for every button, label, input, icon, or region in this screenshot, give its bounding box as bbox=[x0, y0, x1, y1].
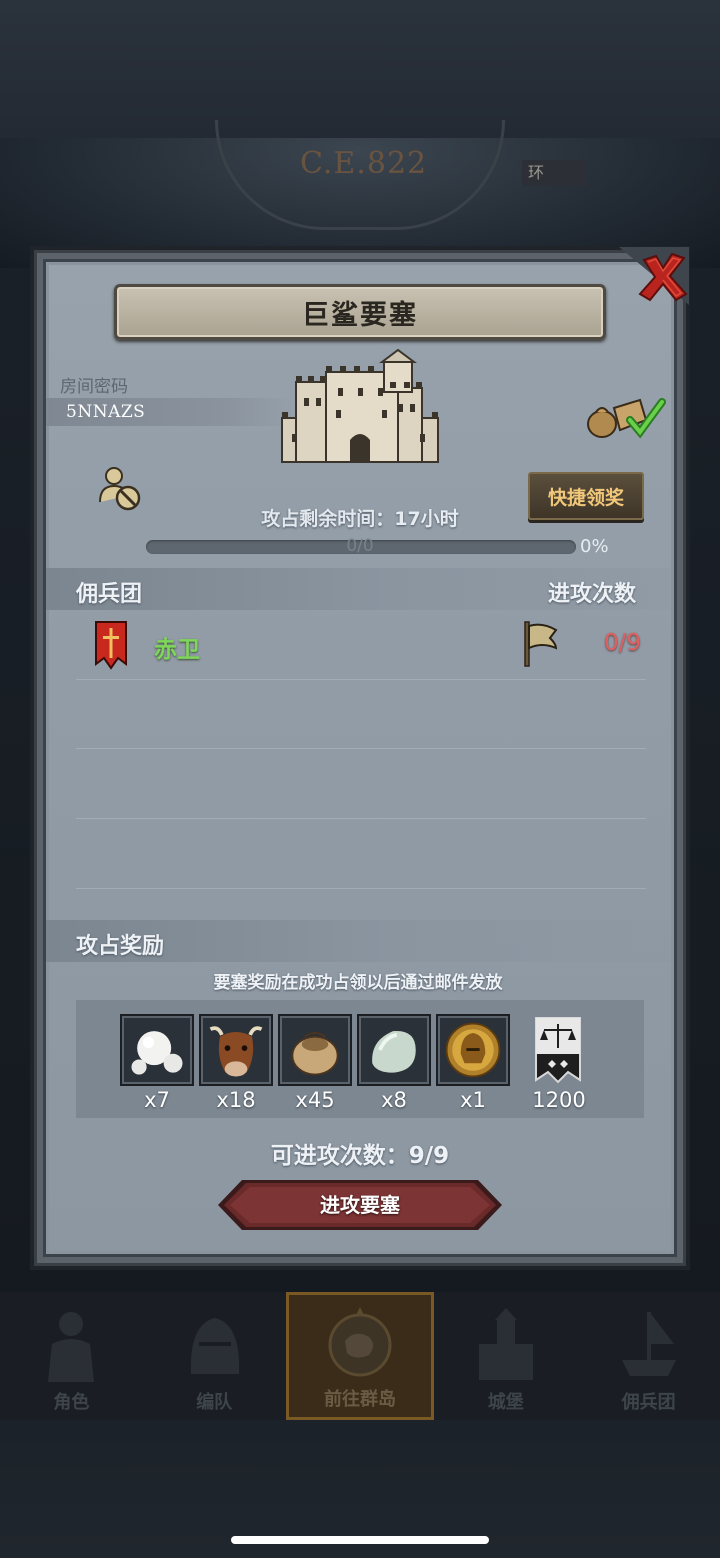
castle-icon bbox=[478, 1308, 533, 1380]
bottom-nav: 角色 编队 前往群岛 城堡 佣兵团 bbox=[0, 1292, 720, 1420]
close-button[interactable] bbox=[636, 250, 690, 304]
reward-slot-pearl[interactable] bbox=[120, 1014, 194, 1086]
time-remaining: 攻占剩余时间：17小时 bbox=[180, 504, 540, 531]
nav-item-formation[interactable]: 编队 bbox=[143, 1292, 286, 1420]
room-code[interactable]: 5NNAZS bbox=[66, 402, 145, 422]
pearl-icon bbox=[131, 1031, 183, 1075]
reward-qty: x7 bbox=[144, 1088, 170, 1112]
modal-title-plate: 巨鲨要塞 bbox=[114, 284, 606, 340]
reward-note: 要塞奖励在成功占领以后通过邮件发放 bbox=[213, 973, 503, 993]
occupation-progress-percent: 0% bbox=[580, 536, 609, 557]
reward-qty: x45 bbox=[295, 1088, 335, 1112]
player-blocked-icon[interactable] bbox=[96, 464, 144, 512]
remaining-attacks: 可进攻次数：9/9 bbox=[180, 1136, 540, 1170]
grain-sack-icon bbox=[291, 1032, 339, 1076]
reward-slot-justice-banner[interactable] bbox=[522, 1014, 596, 1086]
reward-claimed-icon[interactable] bbox=[584, 390, 666, 440]
cow-icon bbox=[209, 1026, 263, 1077]
attack-fortress-button[interactable]: 进攻要塞 bbox=[216, 1178, 504, 1232]
occupation-progress-text: 0/0 bbox=[346, 536, 374, 556]
compass-map-icon bbox=[328, 1307, 392, 1377]
background-tag: 环 bbox=[522, 160, 586, 186]
modal-title: 巨鲨要塞 bbox=[302, 299, 418, 331]
close-icon bbox=[638, 252, 688, 302]
reward-slot-gold-helmet[interactable] bbox=[436, 1014, 510, 1086]
reward-slot-grain-sack[interactable] bbox=[278, 1014, 352, 1086]
stone-icon bbox=[372, 1030, 416, 1073]
empty-row-divider bbox=[76, 748, 646, 749]
fortress-icon bbox=[281, 348, 439, 463]
gold-helmet-icon bbox=[445, 1022, 501, 1078]
ship-icon bbox=[621, 1312, 676, 1376]
attack-count-header: 进攻次数 bbox=[548, 582, 637, 607]
time-remaining-label: 攻占剩余时间： bbox=[261, 508, 395, 530]
reward-slot-stone[interactable] bbox=[357, 1014, 431, 1086]
reward-qty: 1200 bbox=[532, 1088, 586, 1112]
nav-label: 前往群岛 bbox=[323, 1389, 396, 1410]
nav-label: 角色 bbox=[53, 1392, 90, 1413]
nav-item-islands[interactable]: 前往群岛 bbox=[285, 1292, 435, 1420]
remaining-attacks-value: 9/9 bbox=[408, 1143, 450, 1169]
reward-qty: x18 bbox=[216, 1088, 256, 1112]
time-remaining-value: 17小时 bbox=[394, 508, 459, 530]
home-indicator[interactable] bbox=[231, 1536, 489, 1544]
background-year: C.E.822 bbox=[300, 146, 428, 181]
nav-label: 编队 bbox=[196, 1392, 233, 1413]
attack-fortress-label: 进攻要塞 bbox=[320, 1193, 400, 1217]
nav-item-character[interactable]: 角色 bbox=[0, 1292, 143, 1420]
mercenary-banner-icon bbox=[95, 621, 127, 670]
reward-qty: x8 bbox=[381, 1088, 407, 1112]
reward-slot-cow[interactable] bbox=[199, 1014, 273, 1086]
room-password-label: 房间密码 bbox=[60, 377, 128, 397]
reward-qty: x1 bbox=[460, 1088, 486, 1112]
empty-row-divider bbox=[76, 818, 646, 819]
flag-icon[interactable] bbox=[522, 620, 560, 668]
nav-item-castle[interactable]: 城堡 bbox=[434, 1292, 577, 1420]
helmet-icon bbox=[191, 1318, 240, 1374]
nav-label: 城堡 bbox=[487, 1392, 524, 1413]
game-screen: C.E.822 环 巨鲨要塞 房间密码 5NNAZS 快捷领奖 攻占剩余时间：1… bbox=[0, 0, 720, 1558]
mercenary-attack-count: 0/9 bbox=[604, 630, 642, 656]
reward-section-title: 攻占奖励 bbox=[76, 934, 165, 959]
empty-row-divider bbox=[76, 888, 646, 889]
mercenary-section-title: 佣兵团 bbox=[76, 582, 143, 607]
nav-item-mercenary[interactable]: 佣兵团 bbox=[577, 1292, 720, 1420]
mercenary-name: 赤卫 bbox=[154, 637, 200, 663]
knight-icon bbox=[48, 1312, 95, 1382]
quick-claim-button[interactable]: 快捷领奖 bbox=[528, 472, 644, 520]
remaining-attacks-label: 可进攻次数： bbox=[270, 1143, 409, 1169]
justice-banner-icon bbox=[535, 1017, 581, 1084]
nav-label: 佣兵团 bbox=[621, 1392, 676, 1413]
